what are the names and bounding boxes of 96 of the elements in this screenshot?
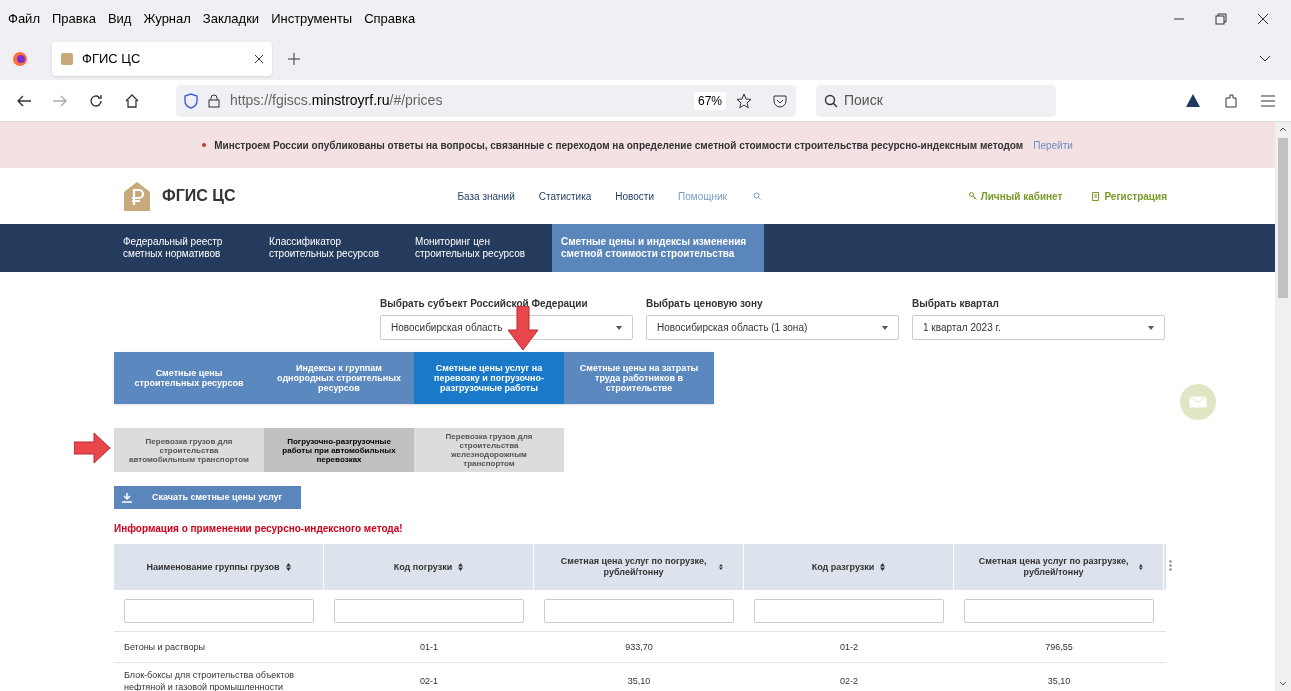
nav-tab[interactable]: Сметные цены и индексы изменения сметной стоимости строительства	[552, 224, 764, 272]
address-bar[interactable]: https://fgiscs.minstroyrf.ru/#/prices 67%	[176, 84, 796, 117]
header-link[interactable]: Новости	[615, 188, 655, 204]
table-cell-text: Бетоны и растворы	[123, 641, 206, 653]
table-cell-text: 35,10	[1046, 675, 1072, 687]
sort-icon	[880, 563, 886, 571]
arrow-right-annotation-icon	[74, 433, 110, 463]
caret-icon	[882, 325, 888, 330]
menu-item[interactable]: Справка	[364, 9, 416, 29]
banner-text: Минстроем России опубликованы ответы на вопросы, связанные с переходом на определение сметной стоимости строительства ресурсно-индексным методом	[214, 138, 1024, 153]
filter-label: Выбрать субъект Российской Федерации	[380, 297, 589, 311]
site-favicon-icon	[60, 52, 74, 66]
filter-input[interactable]	[124, 598, 314, 623]
home-icon	[124, 92, 140, 109]
nav-tab[interactable]: Классификатор строительных ресурсов	[260, 224, 406, 272]
sub-tab[interactable]: Погрузочно-разгрузочные работы при автомобильных перевозках	[264, 428, 414, 472]
sort-icon	[719, 563, 723, 571]
mail-button[interactable]	[1180, 384, 1216, 420]
zoom-level[interactable]: 67%	[693, 91, 726, 110]
shield-icon	[184, 92, 198, 109]
close-icon	[254, 54, 264, 64]
menu-icon	[1261, 94, 1275, 107]
browser-tab[interactable]: ФГИС ЦС	[52, 42, 272, 76]
caret-icon	[616, 325, 622, 330]
table-cell-text: 796,55	[1044, 641, 1074, 653]
category-tab[interactable]: Сметные цены строительных ресурсов	[114, 352, 264, 404]
sub-tab[interactable]: Перевозка грузов для строительства автомобильным транспортом	[114, 428, 264, 472]
category-tab[interactable]: Индексы к группам однородных строительных ресурсов	[264, 352, 414, 404]
url-text: https://fgiscs.minstroyrf.ru/#/prices	[230, 91, 444, 110]
logo-icon	[122, 180, 152, 212]
scroll-down-icon	[1279, 681, 1287, 687]
search-field[interactable]: Поиск	[816, 84, 1056, 117]
table-cell-text: Блок-боксы для строительства объектов нефтяной и газовой промышленности	[123, 669, 296, 691]
download-button[interactable]: Скачать сметные цены услуг	[114, 486, 301, 509]
close-icon	[1257, 13, 1269, 25]
more-vertical-icon	[1169, 560, 1172, 571]
filter-label: Выбрать квартал	[912, 297, 1000, 311]
column-header[interactable]: Код разгрузки	[744, 544, 954, 590]
browser-logo-icon	[12, 51, 28, 67]
filter-label: Выбрать ценовую зону	[646, 297, 764, 311]
category-tab[interactable]: Сметные цены на затраты труда работников в строительстве	[564, 352, 714, 404]
sort-icon	[1139, 563, 1143, 571]
sort-icon	[285, 563, 291, 571]
info-link[interactable]: Информация о применении ресурсно-индексного метода!	[114, 521, 403, 536]
lock-icon	[208, 93, 220, 108]
envelope-icon	[1189, 396, 1207, 408]
menu-item[interactable]: Вид	[107, 9, 132, 29]
forward-icon	[52, 93, 68, 108]
star-icon	[736, 92, 752, 109]
bullet-icon	[202, 143, 207, 147]
menu-item[interactable]: Инструменты	[271, 9, 353, 29]
caret-icon	[1148, 325, 1154, 330]
header-link[interactable]: Статистика	[538, 188, 592, 204]
logo-text: ФГИС ЦС	[162, 186, 236, 206]
table-cell-text: 01-1	[419, 641, 439, 653]
filter-input[interactable]	[334, 598, 524, 623]
column-header[interactable]: Сметная цена услуг по разгрузке, рублей/тонну	[954, 544, 1164, 590]
filter-input[interactable]	[964, 598, 1154, 623]
table-cell-text: 02-1	[419, 675, 439, 687]
column-header[interactable]: Сметная цена услуг по погрузке, рублей/тонну	[534, 544, 744, 590]
key-icon	[968, 192, 977, 200]
document-icon	[1092, 191, 1101, 201]
sub-tab[interactable]: Перевозка грузов для строительства железнодорожным транспортом	[414, 428, 564, 472]
menu-item[interactable]: Правка	[51, 9, 96, 29]
search-icon	[752, 192, 761, 200]
back-icon	[16, 93, 32, 108]
extensions-icon	[1223, 92, 1239, 109]
sort-icon	[458, 563, 464, 571]
pocket-icon	[772, 92, 788, 109]
column-header[interactable]: Код погрузки	[324, 544, 534, 590]
nav-tab[interactable]: Федеральный реестр сметных нормативов	[114, 224, 260, 272]
download-icon	[122, 492, 132, 503]
select-field[interactable]: 1 квартал 2023 г.	[912, 315, 1165, 340]
table-cell-text: 35,10	[626, 675, 652, 687]
header-link[interactable]: База знаний	[457, 188, 515, 204]
restore-icon	[1215, 13, 1227, 25]
plus-icon	[288, 53, 300, 65]
nav-tab[interactable]: Мониторинг цен строительных ресурсов	[406, 224, 552, 272]
filter-input[interactable]	[754, 598, 944, 623]
chevron-down-icon	[1259, 55, 1271, 63]
scroll-up-icon	[1279, 126, 1287, 132]
search-icon	[824, 93, 838, 108]
filter-input[interactable]	[544, 598, 734, 623]
scroll-thumb[interactable]	[1278, 138, 1288, 298]
select-field[interactable]: Новосибирская область	[380, 315, 633, 340]
menu-item[interactable]: Закладки	[202, 9, 260, 29]
table-cell-text: 01-2	[839, 641, 859, 653]
reload-icon	[88, 92, 104, 109]
column-header[interactable]: Наименование группы грузов	[114, 544, 324, 590]
category-tab[interactable]: Сметные цены услуг на перевозку и погрузочно-разгрузочные работы	[414, 352, 564, 404]
select-field[interactable]: Новосибирская область (1 зона)	[646, 315, 899, 340]
triangle-logo-icon	[1185, 92, 1201, 109]
table-cell-text: 933,70	[624, 641, 654, 653]
table-cell-text: 02-2	[839, 675, 859, 687]
menu-item[interactable]: Журнал	[143, 9, 191, 29]
menu-item[interactable]: Файл	[8, 9, 40, 29]
